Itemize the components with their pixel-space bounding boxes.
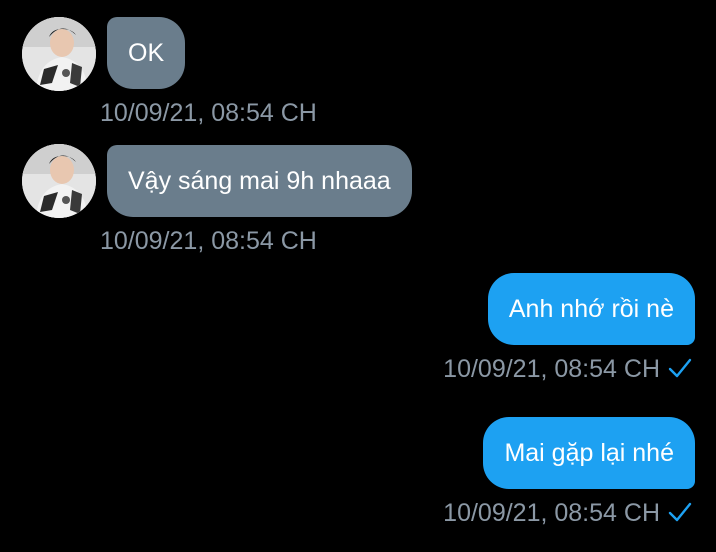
message-timestamp: 10/09/21, 08:54 CH [443,355,660,383]
message-timestamp: 10/09/21, 08:54 CH [443,499,660,527]
message-timestamp: 10/09/21, 08:54 CH [100,99,317,127]
check-icon [668,500,692,530]
message-text: Mai gặp lại nhé [504,439,674,467]
message-timestamp-row: 10/09/21, 08:54 CH [443,498,692,530]
contact-avatar[interactable] [22,17,96,91]
message-text: OK [128,39,165,67]
message-bubble[interactable]: Vậy sáng mai 9h nhaaa [107,145,412,217]
check-icon [668,356,692,386]
message-bubble[interactable]: OK [107,17,186,89]
contact-avatar[interactable] [22,144,96,218]
message-bubble[interactable]: Mai gặp lại nhé [483,417,695,489]
message-timestamp-row: 10/09/21, 08:54 CH [443,354,692,386]
message-timestamp: 10/09/21, 08:54 CH [100,227,317,255]
message-text: Anh nhớ rồi nè [508,295,674,323]
message-bubble[interactable]: Anh nhớ rồi nè [487,273,695,345]
message-text: Vậy sáng mai 9h nhaaa [128,167,391,195]
